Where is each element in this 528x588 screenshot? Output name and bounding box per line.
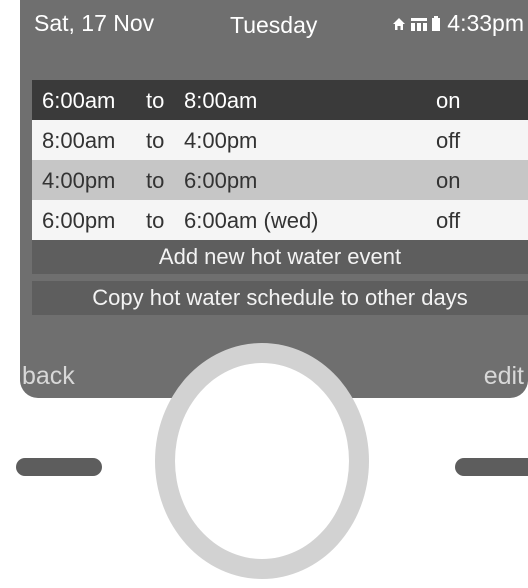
row-from-time: 4:00pm: [42, 168, 116, 193]
row-till-time: 8:00am: [184, 88, 258, 113]
edit-softkey[interactable]: edit: [484, 362, 524, 391]
row-till-time: 4:00pm: [184, 128, 258, 153]
status-bar: Sat, 17 Nov Tuesday 4:33pm: [20, 0, 528, 42]
row-state: off: [436, 128, 461, 153]
row-from-time: 8:00am: [42, 128, 116, 153]
control-dial[interactable]: [155, 343, 369, 579]
row-till-time: 6:00am (wed): [184, 208, 319, 233]
schedule-row[interactable]: 8:00am to 4:00pm off: [32, 120, 528, 160]
battery-icon: [432, 15, 441, 31]
status-date: Sat, 17 Nov: [34, 10, 155, 36]
copy-schedule-button[interactable]: Copy hot water schedule to other days: [32, 281, 528, 315]
row-state: on: [436, 168, 461, 193]
row-state: off: [436, 208, 461, 233]
row-to-word: to: [146, 128, 165, 153]
row-to-word: to: [146, 208, 165, 233]
row-till-time: 6:00pm: [184, 168, 258, 193]
schedule-row[interactable]: 6:00pm to 6:00am (wed) off: [32, 200, 528, 240]
add-event-button[interactable]: Add new hot water event: [32, 240, 528, 274]
status-right-group: 4:33pm: [391, 10, 524, 37]
home-icon: [393, 17, 406, 30]
row-to-word: to: [146, 88, 165, 113]
row-from-time: 6:00am: [42, 88, 116, 113]
left-hardware-button[interactable]: [16, 458, 102, 476]
status-day: Tuesday: [230, 12, 318, 38]
status-icons: [391, 15, 441, 32]
schedule-row[interactable]: 4:00pm to 6:00pm on: [32, 160, 528, 200]
signal-icon: [411, 17, 428, 31]
schedule-row[interactable]: 6:00am to 8:00am on: [32, 80, 528, 120]
row-state: on: [436, 88, 461, 113]
row-from-time: 6:00pm: [42, 208, 116, 233]
right-hardware-button[interactable]: [455, 458, 528, 476]
status-time: 4:33pm: [447, 10, 524, 36]
dial-center[interactable]: [175, 363, 349, 559]
back-softkey[interactable]: back: [22, 362, 75, 391]
row-to-word: to: [146, 168, 165, 193]
